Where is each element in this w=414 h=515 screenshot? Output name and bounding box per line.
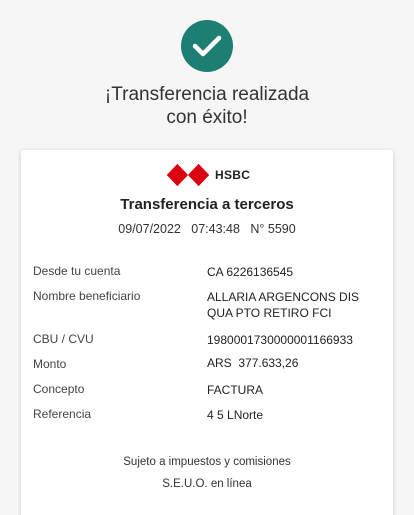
detail-label: Nombre beneficiario: [33, 289, 141, 303]
receipt-meta: 09/07/2022 07:43:48 N° 5590: [21, 222, 393, 236]
receipt-title: Transferencia a terceros: [120, 196, 294, 213]
check-icon: [192, 35, 222, 57]
receipt-number: N° 5590: [250, 222, 296, 236]
hsbc-hexagon-logo-icon: [167, 164, 209, 186]
success-heading: ¡Transferencia realizada con éxito!: [0, 83, 414, 129]
detail-value: 4 5 LNorte: [207, 408, 264, 422]
success-check-icon: [181, 20, 233, 72]
success-heading-line1: ¡Transferencia realizada: [104, 84, 310, 105]
detail-label: Monto: [33, 357, 67, 371]
detail-label: Referencia: [33, 407, 92, 421]
detail-value: 1980001730000001166933: [207, 333, 353, 347]
footer-seuo-note: S.E.U.O. en línea: [162, 478, 252, 490]
detail-label: CBU / CVU: [33, 332, 94, 346]
detail-label: Concepto: [33, 382, 85, 396]
receipt-time: 07:43:48: [191, 222, 240, 236]
detail-label: Desde tu cuenta: [33, 264, 121, 278]
detail-value: FACTURA: [207, 383, 264, 397]
detail-value: ARS 377.633,26: [207, 356, 299, 370]
footer-taxes-note: Sujeto a impuestos y comisiones: [123, 456, 291, 468]
hsbc-logo: HSBC: [167, 164, 250, 186]
detail-value: CA 6226136545: [207, 265, 294, 279]
receipt-card: HSBC Transferencia a terceros 09/07/2022…: [21, 150, 393, 515]
success-heading-line2: con éxito!: [166, 107, 248, 128]
receipt-date: 09/07/2022: [118, 222, 181, 236]
detail-value: ALLARIA ARGENCONS DIS QUA PTO RETIRO FCI: [207, 290, 360, 320]
brand-name: HSBC: [215, 168, 251, 182]
